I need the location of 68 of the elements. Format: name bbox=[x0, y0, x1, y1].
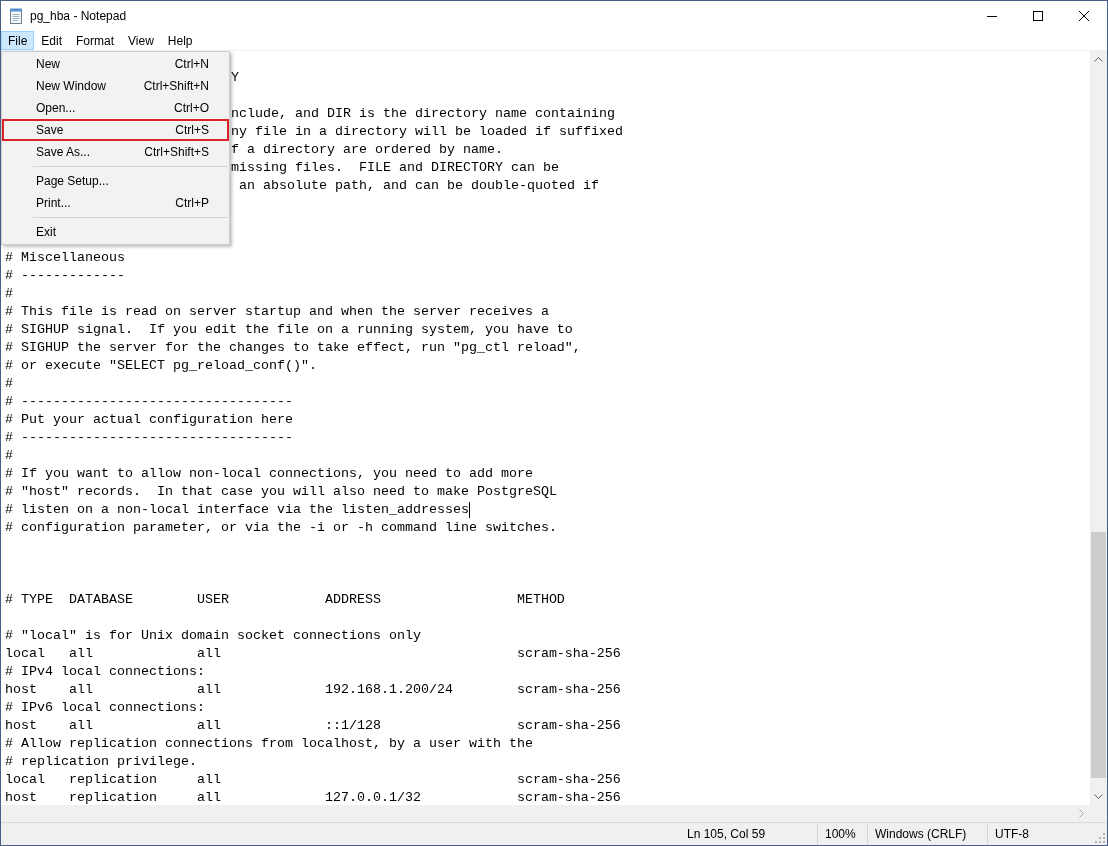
encoding-text: UTF-8 bbox=[995, 826, 1029, 843]
text-line: # listen on a non-local interface via the listen_addresses bbox=[5, 501, 469, 519]
text-line: # ---------------------------------- bbox=[5, 393, 293, 411]
zoom-level-text: 100% bbox=[825, 826, 856, 843]
shortcut-text: Ctrl+P bbox=[175, 195, 209, 212]
chevron-down-icon bbox=[1094, 794, 1103, 799]
text-line: # If you want to allow non-local connections, you need to add more bbox=[5, 465, 533, 483]
scrollbar-thumb[interactable] bbox=[1091, 532, 1106, 778]
text-line: # This file is read on server startup and when the server receives a bbox=[5, 303, 549, 321]
text-line: # TYPE DATABASE USER ADDRESS METHOD bbox=[5, 591, 565, 609]
cursor-position-text: Ln 105, Col 59 bbox=[687, 826, 766, 843]
menu-item[interactable]: Print... Ctrl+P bbox=[2, 192, 229, 214]
menu-item[interactable]: New Window Ctrl+Shift+N bbox=[2, 75, 229, 97]
menu-item[interactable]: Save Ctrl+S bbox=[2, 119, 229, 141]
text-line: # Allow replication connections from localhost, by a user with the bbox=[5, 735, 533, 753]
text-line: # SIGHUP the server for the changes to take effect, run "pg_ctl reload", bbox=[5, 339, 581, 357]
text-line: Y bbox=[231, 69, 239, 87]
text-line: # "local" is for Unix domain socket connections only bbox=[5, 627, 421, 645]
text-line: # Put your actual configuration here bbox=[5, 411, 293, 429]
shortcut-text: Ctrl+Shift+S bbox=[144, 144, 209, 161]
menu-item[interactable]: New Ctrl+N bbox=[2, 53, 229, 75]
vertical-scrollbar[interactable] bbox=[1090, 51, 1107, 805]
notepad-icon bbox=[8, 8, 24, 24]
shortcut-text: Ctrl+O bbox=[174, 100, 209, 117]
text-line: local replication all scram-sha-256 bbox=[5, 771, 621, 789]
text-line: nclude, and DIR is the directory name containing bbox=[231, 105, 615, 123]
chevron-right-icon bbox=[1079, 809, 1084, 818]
horizontal-scrollbar[interactable] bbox=[1, 805, 1090, 822]
menu-bar-item[interactable]: Edit bbox=[34, 31, 70, 50]
text-line: # SIGHUP signal. If you edit the file on a running system, you have to bbox=[5, 321, 573, 339]
close-icon bbox=[1079, 11, 1089, 21]
text-line: # replication privilege. bbox=[5, 753, 197, 771]
text-line: # "host" records. In that case you will also need to make PostgreSQL bbox=[5, 483, 557, 501]
text-line: # ------------- bbox=[5, 267, 125, 285]
menu-bar-item[interactable]: File bbox=[1, 31, 35, 50]
maximize-icon bbox=[1033, 11, 1043, 21]
window-title: pg_hba - Notepad bbox=[30, 8, 127, 25]
text-line: an absolute path, and can be double-quoted if bbox=[238, 177, 599, 195]
text-line: host all all 192.168.1.200/24 scram-sha-256 bbox=[5, 681, 621, 699]
text-line: # Miscellaneous bbox=[5, 249, 125, 267]
menu-bar-item[interactable]: View bbox=[121, 31, 161, 50]
text-line: local all all scram-sha-256 bbox=[5, 645, 621, 663]
text-line: # bbox=[5, 285, 13, 303]
menu-bar-item[interactable]: Format bbox=[69, 31, 122, 50]
chevron-up-icon bbox=[1094, 57, 1103, 62]
size-grip-icon[interactable] bbox=[1095, 833, 1105, 843]
menu-item[interactable]: Open... Ctrl+O bbox=[2, 97, 229, 119]
shortcut-text: Ctrl+N bbox=[174, 56, 209, 73]
text-line: # bbox=[5, 447, 13, 465]
shortcut-text: Ctrl+Shift+N bbox=[143, 78, 209, 95]
line-ending-text: Windows (CRLF) bbox=[875, 826, 967, 843]
text-line: host replication all 127.0.0.1/32 scram-sha-256 bbox=[5, 789, 621, 805]
minimize-icon bbox=[987, 15, 997, 17]
text-line: # IPv6 local connections: bbox=[5, 699, 205, 717]
menu-item[interactable]: Save As... Ctrl+Shift+S bbox=[2, 141, 229, 163]
menu-bar-item[interactable]: Help bbox=[160, 31, 200, 50]
text-line: # configuration parameter, or via the -i or -h command line switches. bbox=[5, 519, 557, 537]
menu-item[interactable]: Exit bbox=[2, 221, 229, 243]
text-line: missing files. FILE and DIRECTORY can be bbox=[231, 159, 559, 177]
shortcut-text: Ctrl+S bbox=[175, 122, 209, 139]
text-line: # IPv4 local connections: bbox=[5, 663, 205, 681]
text-line: # ---------------------------------- bbox=[5, 429, 293, 447]
text-line: # bbox=[5, 375, 13, 393]
text-line: host all all ::1/128 scram-sha-256 bbox=[5, 717, 621, 735]
menu-item[interactable]: Page Setup... bbox=[2, 170, 229, 192]
text-line: # or execute "SELECT pg_reload_conf()". bbox=[5, 357, 317, 375]
text-line: ny file in a directory will be loaded if suffixed bbox=[231, 123, 623, 141]
text-line: f a directory are ordered by name. bbox=[231, 141, 503, 159]
